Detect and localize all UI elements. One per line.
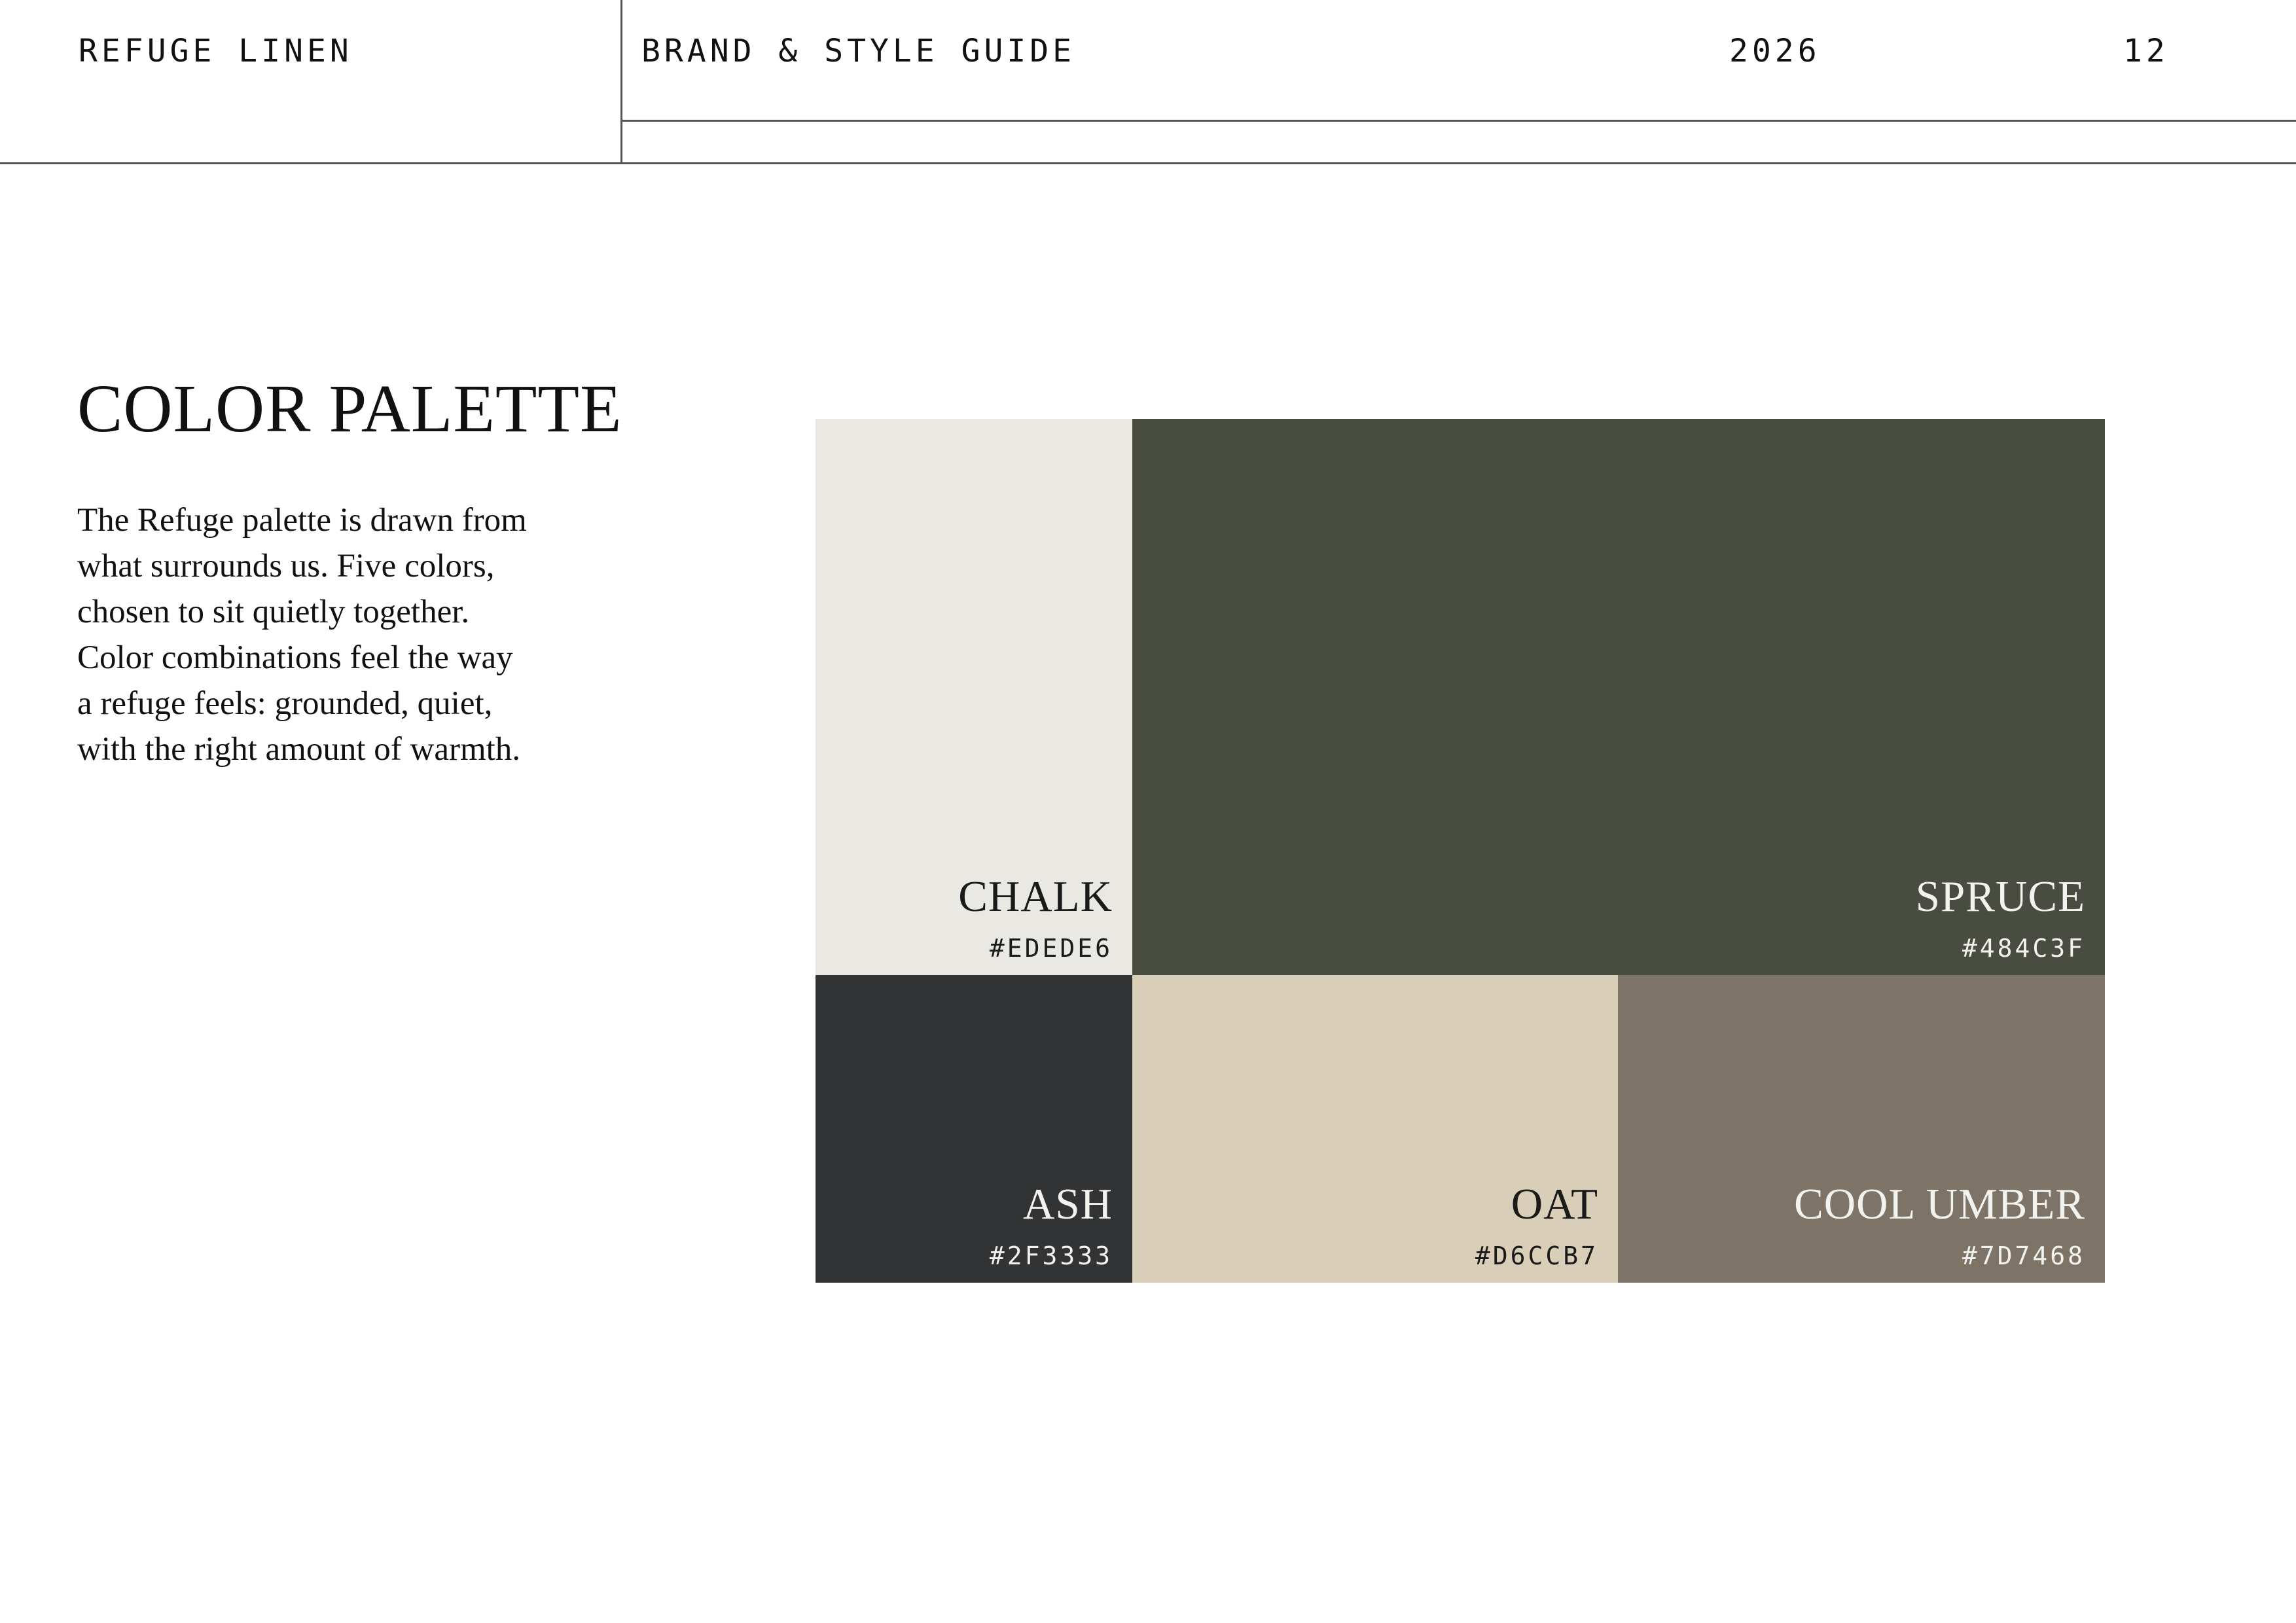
swatch-chalk: CHALK #EDEDE6 <box>816 419 1132 975</box>
swatch-name: CHALK <box>958 872 1113 921</box>
page-number: 12 <box>2123 33 2169 69</box>
swatch-name: COOL UMBER <box>1794 1180 2085 1228</box>
swatch-cool-umber: COOL UMBER #7D7468 <box>1618 975 2105 1283</box>
swatch-name: ASH <box>1022 1180 1113 1228</box>
swatch-oat: OAT #D6CCB7 <box>1132 975 1618 1283</box>
swatch-spruce: SPRUCE #484C3F <box>1132 419 2105 975</box>
year-label: 2026 <box>1729 33 1821 69</box>
swatch-hex: #EDEDE6 <box>989 934 1113 963</box>
swatch-name: SPRUCE <box>1915 872 2085 921</box>
swatch-ash: ASH #2F3333 <box>816 975 1132 1283</box>
swatch-name: OAT <box>1511 1180 1598 1228</box>
header-inner-rule <box>620 120 2296 122</box>
swatch-hex: #D6CCB7 <box>1475 1241 1598 1270</box>
swatch-hex: #2F3333 <box>989 1241 1113 1270</box>
page-title: COLOR PALETTE <box>77 371 622 446</box>
header-divider <box>620 0 622 164</box>
header-bottom-rule <box>0 162 2296 164</box>
brand-name: REFUGE LINEN <box>79 33 353 69</box>
swatch-hex: #7D7468 <box>1962 1241 2085 1270</box>
section-title: BRAND & STYLE GUIDE <box>641 33 1076 69</box>
swatch-hex: #484C3F <box>1962 934 2085 963</box>
intro-paragraph: The Refuge palette is drawn from what su… <box>77 502 527 768</box>
